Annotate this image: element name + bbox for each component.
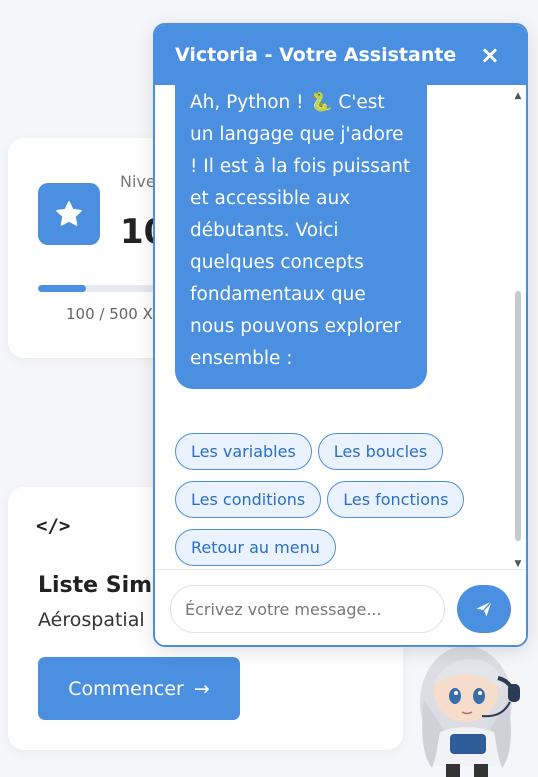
scrollbar-thumb[interactable] [515, 291, 521, 541]
option-conditions[interactable]: Les conditions [175, 481, 322, 518]
start-button[interactable]: Commencer → [38, 657, 240, 720]
message-text-start: Ah, Python ! [190, 92, 310, 113]
scrollbar[interactable]: ▲ ▼ [514, 91, 522, 569]
course-subtitle: Aérospatial [38, 609, 145, 631]
paper-plane-icon [476, 601, 492, 617]
chat-messages[interactable]: Ah, Python ! 🐍 C'est un langage que j'ad… [155, 85, 526, 569]
assistant-avatar[interactable] [410, 640, 528, 777]
star-icon [56, 201, 82, 226]
python-icon: 🐍 [309, 92, 333, 113]
course-title: Liste Simp [38, 573, 168, 598]
message-input[interactable] [170, 585, 445, 633]
scroll-down-icon[interactable]: ▼ [514, 559, 522, 569]
chat-input-bar [155, 569, 526, 645]
send-button[interactable] [457, 585, 511, 633]
option-loops[interactable]: Les boucles [317, 433, 444, 470]
chat-title: Victoria - Votre Assistante [175, 44, 457, 66]
chat-panel: Victoria - Votre Assistante × Ah, Python… [153, 23, 528, 647]
message-text-end: C'est un langage que j'adore ! Il est à … [190, 92, 411, 369]
option-back-to-menu[interactable]: Retour au menu [175, 529, 336, 566]
level-badge [38, 183, 100, 245]
start-button-label: Commencer [68, 677, 184, 700]
scroll-up-icon[interactable]: ▲ [514, 91, 522, 101]
arrow-right-icon: → [193, 677, 210, 700]
xp-progress-fill [38, 285, 86, 292]
assistant-message: Ah, Python ! 🐍 C'est un langage que j'ad… [175, 85, 427, 389]
code-icon: </> [36, 515, 71, 537]
chat-header: Victoria - Votre Assistante × [155, 25, 526, 85]
option-variables[interactable]: Les variables [175, 433, 312, 470]
quick-replies: Les variables Les boucles Les conditions Le… [175, 433, 495, 569]
option-functions[interactable]: Les fonctions [327, 481, 465, 518]
xp-text: 100 / 500 X [66, 305, 153, 323]
level-label: Nive [120, 172, 156, 191]
close-icon[interactable]: × [480, 43, 500, 67]
